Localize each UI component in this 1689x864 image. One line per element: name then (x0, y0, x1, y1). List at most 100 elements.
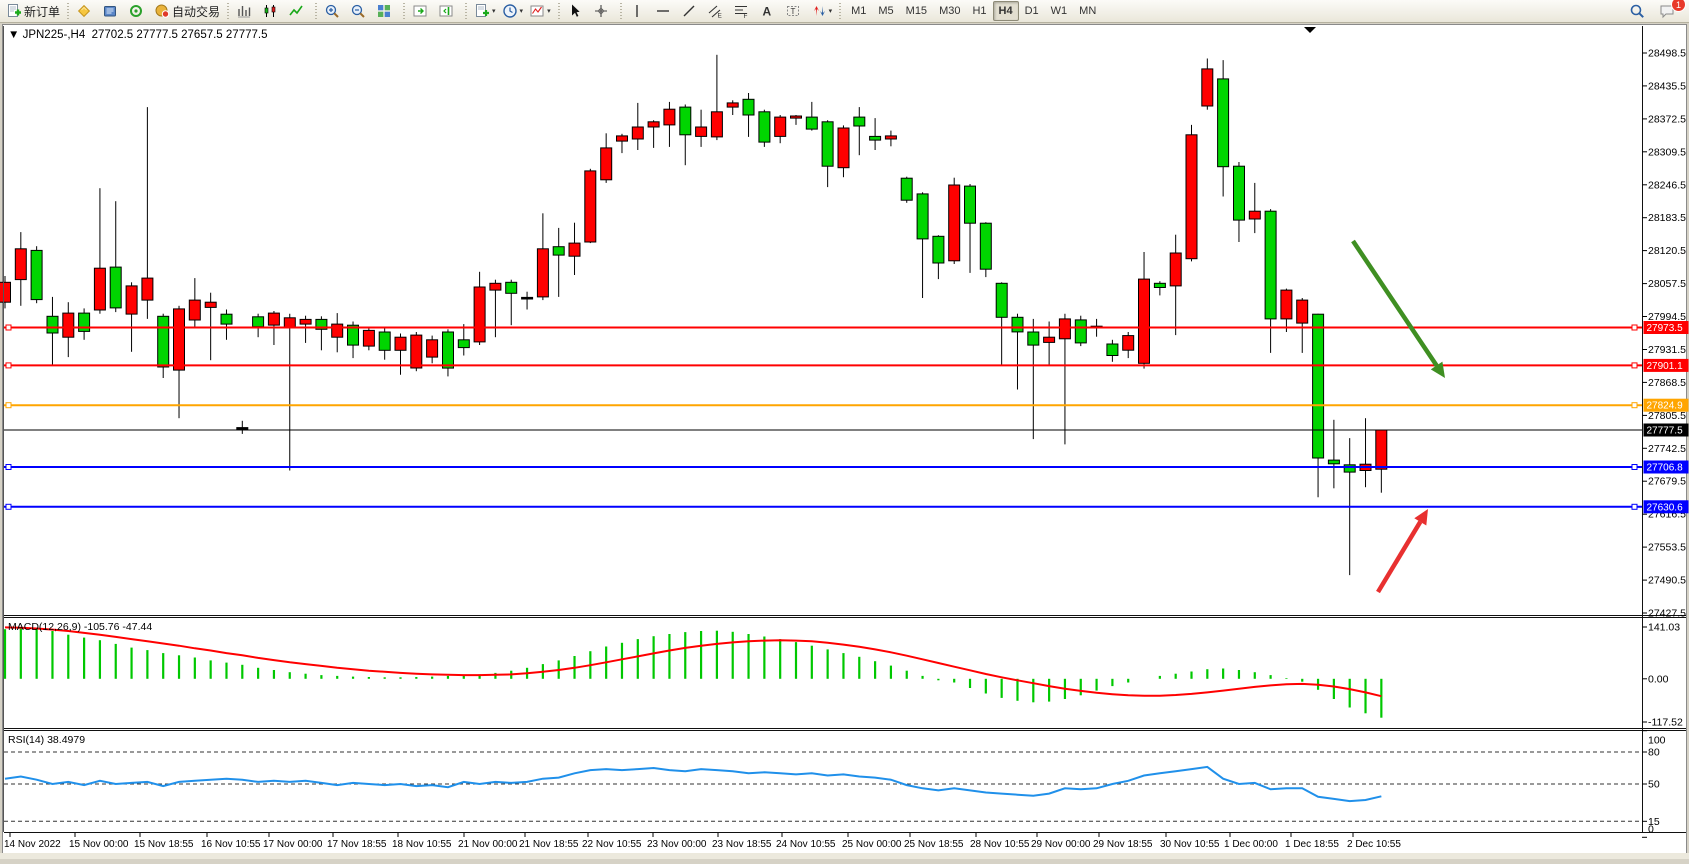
timeframe-M1-button[interactable]: M1 (845, 1, 872, 21)
notification-badge: 1 (1671, 0, 1686, 12)
timeframe-group: M1M5M15M30H1H4D1W1MN (845, 1, 1102, 21)
svg-text:14 Nov 2022: 14 Nov 2022 (4, 839, 61, 850)
zoom-out-button[interactable] (347, 0, 373, 22)
templates-button[interactable]: ▾ (526, 0, 554, 22)
toolbar-grip (225, 3, 231, 19)
new-chart-button[interactable]: ▾ (471, 0, 499, 22)
svg-text:T: T (790, 7, 795, 16)
chart-shift-button[interactable] (435, 0, 461, 22)
svg-text:E: E (717, 13, 722, 20)
crosshair-button[interactable] (590, 0, 616, 22)
signals-icon (128, 3, 144, 19)
timeframe-MN-button[interactable]: MN (1073, 1, 1102, 21)
timeframe-H1-button[interactable]: H1 (966, 1, 992, 21)
horizontal-line-button[interactable] (652, 0, 678, 22)
svg-text:1 Dec 00:00: 1 Dec 00:00 (1224, 839, 1278, 850)
bar-chart-button[interactable] (233, 0, 259, 22)
timeframe-M15-button[interactable]: M15 (900, 1, 933, 21)
svg-text:F: F (743, 13, 747, 19)
svg-text:27824.9: 27824.9 (1647, 401, 1684, 412)
chart-canvas[interactable]: 28498.528435.528372.528309.528246.528183… (0, 24, 1689, 859)
search-button[interactable] (1626, 0, 1652, 22)
svg-text:27553.5: 27553.5 (1648, 542, 1686, 554)
toolbar-right: 1 (1626, 0, 1686, 22)
svg-text:29 Nov 18:55: 29 Nov 18:55 (1093, 839, 1153, 850)
fibonacci-button[interactable]: F (730, 0, 756, 22)
svg-text:27742.5: 27742.5 (1648, 443, 1686, 455)
arrows-icon (811, 3, 827, 19)
crosshair-icon (593, 3, 609, 19)
svg-text:100: 100 (1648, 735, 1666, 747)
deposit-button[interactable] (73, 0, 99, 22)
auto-scroll-button[interactable] (409, 0, 435, 22)
svg-text:0.00: 0.00 (1648, 673, 1669, 685)
svg-text:27777.5: 27777.5 (1647, 426, 1684, 437)
tile-windows-button[interactable] (373, 0, 399, 22)
text-label-button[interactable]: T (782, 0, 808, 22)
toolbar-grip (837, 3, 843, 19)
chart-title[interactable]: ▼ JPN225-,H4 27702.5 27777.5 27657.5 277… (8, 29, 267, 41)
trendline-button[interactable] (678, 0, 704, 22)
timeframe-W1-button[interactable]: W1 (1045, 1, 1074, 21)
deposit-icon (76, 3, 92, 19)
svg-text:28498.5: 28498.5 (1648, 48, 1686, 60)
toolbar-grip (65, 3, 71, 19)
line-chart-button[interactable] (285, 0, 311, 22)
zoom-in-button[interactable] (321, 0, 347, 22)
notifications-button[interactable]: 1 (1656, 0, 1682, 22)
history-center-button[interactable] (99, 0, 125, 22)
line-chart-icon (288, 3, 304, 19)
svg-text:28120.5: 28120.5 (1648, 245, 1686, 257)
svg-text:80: 80 (1648, 747, 1660, 759)
macd-label: MACD(12,26,9) -105.76 -47.44 (8, 621, 152, 633)
auto-trading-button[interactable]: 自动交易 (151, 0, 223, 22)
svg-text:50: 50 (1648, 779, 1660, 791)
timeframe-M30-button[interactable]: M30 (933, 1, 966, 21)
text-button[interactable]: A (756, 0, 782, 22)
timeframe-D1-button[interactable]: D1 (1019, 1, 1045, 21)
svg-text:27931.5: 27931.5 (1648, 344, 1686, 356)
toolbar-grip (618, 3, 624, 19)
toolbar-grip (401, 3, 407, 19)
history-center-icon (102, 3, 118, 19)
svg-text:1 Dec 18:55: 1 Dec 18:55 (1285, 839, 1339, 850)
tile-windows-icon (376, 3, 392, 19)
new-order-icon (6, 3, 22, 19)
vertical-line-icon (629, 3, 645, 19)
svg-text:27868.5: 27868.5 (1648, 377, 1686, 389)
svg-text:27490.5: 27490.5 (1648, 575, 1686, 587)
cursor-button[interactable] (564, 0, 590, 22)
search-icon (1629, 3, 1645, 19)
candlestick-chart-button[interactable] (259, 0, 285, 22)
signals-button[interactable] (125, 0, 151, 22)
equidistant-channel-button[interactable]: E (704, 0, 730, 22)
timeframe-H4-button[interactable]: H4 (993, 1, 1019, 21)
svg-text:28057.5: 28057.5 (1648, 278, 1686, 290)
auto-trading-icon (154, 3, 170, 19)
svg-text:27973.5: 27973.5 (1647, 323, 1684, 334)
zoom-out-icon (350, 3, 366, 19)
periods-button[interactable]: ▾ (499, 0, 527, 22)
svg-text:15 Nov 18:55: 15 Nov 18:55 (134, 839, 194, 850)
svg-text:18 Nov 10:55: 18 Nov 10:55 (392, 839, 452, 850)
new-order-button[interactable]: 新订单 (3, 0, 63, 22)
timeframe-M5-button[interactable]: M5 (872, 1, 899, 21)
chevron-down-icon: ▾ (492, 8, 496, 15)
svg-text:28 Nov 10:55: 28 Nov 10:55 (970, 839, 1030, 850)
fibonacci-icon: F (733, 3, 749, 19)
equidistant-channel-icon: E (707, 3, 723, 19)
chart-shift-icon (438, 3, 454, 19)
rsi-label: RSI(14) 38.4979 (8, 734, 85, 746)
vertical-line-button[interactable] (626, 0, 652, 22)
text-icon: A (759, 3, 775, 19)
svg-text:30 Nov 10:55: 30 Nov 10:55 (1160, 839, 1220, 850)
svg-text:28183.5: 28183.5 (1648, 212, 1686, 224)
svg-text:23 Nov 18:55: 23 Nov 18:55 (712, 839, 772, 850)
svg-text:2 Dec 10:55: 2 Dec 10:55 (1347, 839, 1401, 850)
arrows-button[interactable]: ▾ (808, 0, 836, 22)
toolbar-grip (313, 3, 319, 19)
candlestick-chart-icon (262, 3, 278, 19)
svg-text:28309.5: 28309.5 (1648, 146, 1686, 158)
svg-text:25 Nov 18:55: 25 Nov 18:55 (904, 839, 964, 850)
svg-text:21 Nov 18:55: 21 Nov 18:55 (519, 839, 579, 850)
